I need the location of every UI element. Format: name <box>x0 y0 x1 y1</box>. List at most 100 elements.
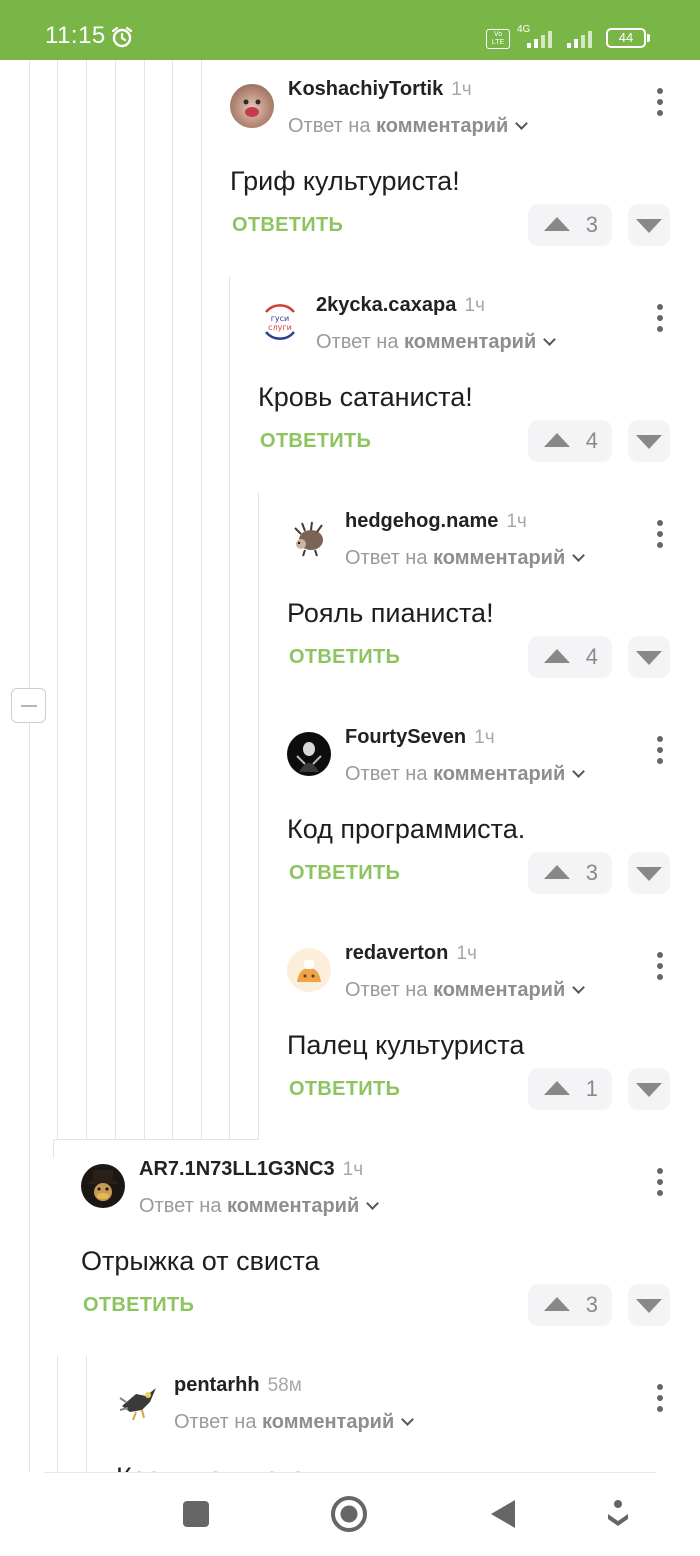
comment: pentarhh58м Ответ на комментарий Каску п… <box>116 1356 670 1472</box>
avatar[interactable] <box>230 84 274 128</box>
comment: FourtySeven 1ч Ответ на комментарий Код п… <box>287 708 670 918</box>
more-options-icon[interactable] <box>650 1384 670 1418</box>
assistant-icon[interactable] <box>598 1494 638 1534</box>
comment-time: 1ч <box>451 79 472 100</box>
chevron-down-icon <box>401 1413 415 1426</box>
comment: гуси слуги 2kycka.сахара 1ч Ответ на комм… <box>258 276 670 486</box>
author-name[interactable]: redaverton 1ч <box>345 942 477 965</box>
reply-to-link[interactable]: Ответ на комментарий <box>174 1411 415 1434</box>
comment: redaverton 1ч Ответ на комментарий Палец … <box>287 924 670 1134</box>
back-triangle-icon[interactable] <box>483 1494 523 1534</box>
signal-strength-icon <box>527 31 552 48</box>
comment-time: 1ч <box>456 943 477 964</box>
arrow-up-icon <box>544 433 570 447</box>
signal-strength-icon-2 <box>567 31 592 48</box>
avatar[interactable] <box>287 948 331 992</box>
author-name[interactable]: FourtySeven 1ч <box>345 726 495 749</box>
comment: hedgehog.name 1ч Ответ на комментарий Роя… <box>287 492 670 702</box>
arrow-up-icon <box>544 1297 570 1311</box>
vote-count: 1 <box>585 1076 598 1101</box>
battery-icon: 44 <box>606 28 646 48</box>
comment-time: 1ч <box>506 511 527 532</box>
more-options-icon[interactable] <box>650 952 670 986</box>
reply-button[interactable]: ОТВЕТИТЬ <box>83 1294 194 1317</box>
avatar[interactable] <box>287 732 331 776</box>
reply-button[interactable]: ОТВЕТИТЬ <box>289 862 400 885</box>
upvote-button[interactable]: 3 <box>528 852 612 894</box>
reply-to-link[interactable]: Ответ на комментарий <box>345 547 586 570</box>
downvote-button[interactable] <box>628 852 670 894</box>
battery-tip <box>647 34 650 42</box>
comment: AR7.1N73LL1G3NC3 1ч Ответ на комментарий … <box>81 1140 670 1350</box>
collapse-thread-button[interactable] <box>11 688 46 723</box>
comment-time: 1ч <box>464 295 485 316</box>
comment-time: 58м <box>267 1375 302 1396</box>
vote-count: 3 <box>585 1292 598 1317</box>
reply-button[interactable]: ОТВЕТИТЬ <box>289 646 400 669</box>
avatar[interactable] <box>81 1164 125 1208</box>
arrow-down-icon <box>636 1083 662 1097</box>
reply-button[interactable]: ОТВЕТИТЬ <box>289 1078 400 1101</box>
upvote-button[interactable]: 1 <box>528 1068 612 1110</box>
arrow-down-icon <box>636 651 662 665</box>
more-options-icon[interactable] <box>650 1168 670 1202</box>
comment-text: Отрыжка от свиста <box>81 1246 320 1276</box>
reply-to-link[interactable]: Ответ на комментарий <box>345 979 586 1002</box>
author-name[interactable]: 2kycka.сахара 1ч <box>316 294 485 317</box>
arrow-up-icon <box>544 217 570 231</box>
upvote-button[interactable]: 3 <box>528 204 612 246</box>
chevron-down-icon <box>572 981 586 994</box>
more-options-icon[interactable] <box>650 304 670 338</box>
arrow-down-icon <box>636 219 662 233</box>
downvote-button[interactable] <box>628 420 670 462</box>
reply-to-link[interactable]: Ответ на комментарий <box>316 331 557 354</box>
more-options-icon[interactable] <box>650 736 670 770</box>
avatar[interactable] <box>116 1380 160 1424</box>
status-bar: 11:15 Vo LTE 4G 44 <box>0 0 700 60</box>
svg-text:гуси: гуси <box>271 314 290 323</box>
arrow-up-icon <box>544 649 570 663</box>
square-icon[interactable] <box>176 1494 216 1534</box>
author-name[interactable]: hedgehog.name 1ч <box>345 510 527 533</box>
comment-text: Рояль пианиста! <box>287 598 494 628</box>
author-name[interactable]: KoshachiyTortik 1ч <box>288 78 472 101</box>
downvote-button[interactable] <box>628 636 670 678</box>
reply-to-link[interactable]: Ответ на комментарий <box>345 763 586 786</box>
upvote-button[interactable]: 3 <box>528 1284 612 1326</box>
clock: 11:15 <box>45 22 106 49</box>
arrow-up-icon <box>544 865 570 879</box>
comment-text: Код программиста. <box>287 814 526 844</box>
arrow-down-icon <box>636 435 662 449</box>
system-nav-bar <box>0 1472 700 1556</box>
comment: KoshachiyTortik 1ч Ответ на комментарий Г… <box>230 60 670 270</box>
reply-to-link[interactable]: Ответ на комментарий <box>288 115 529 138</box>
vote-count: 3 <box>585 212 598 237</box>
upvote-button[interactable]: 4 <box>528 420 612 462</box>
home-circle-icon[interactable] <box>329 1494 369 1534</box>
more-options-icon[interactable] <box>650 88 670 122</box>
author-name[interactable]: AR7.1N73LL1G3NC3 1ч <box>139 1158 363 1181</box>
avatar[interactable] <box>287 516 331 560</box>
comment-time: 1ч <box>342 1159 364 1180</box>
comment-time: 1ч <box>474 727 495 748</box>
chevron-down-icon <box>515 117 529 130</box>
reply-to-link[interactable]: Ответ на комментарий <box>139 1195 380 1218</box>
arrow-down-icon <box>636 867 662 881</box>
reply-button[interactable]: ОТВЕТИТЬ <box>232 214 343 237</box>
arrow-down-icon <box>636 1299 662 1313</box>
volte-icon: Vo LTE <box>486 29 510 49</box>
upvote-button[interactable]: 4 <box>528 636 612 678</box>
avatar[interactable]: гуси слуги <box>258 300 302 344</box>
downvote-button[interactable] <box>628 204 670 246</box>
comment-text: Каску панкиста <box>116 1462 305 1472</box>
downvote-button[interactable] <box>628 1284 670 1326</box>
reply-button[interactable]: ОТВЕТИТЬ <box>260 430 371 453</box>
author-name[interactable]: pentarhh 58м <box>174 1374 302 1397</box>
alarm-clock-icon <box>111 26 133 48</box>
svg-text:слуги: слуги <box>268 323 292 332</box>
vote-count: 4 <box>585 428 598 453</box>
comment-text: Гриф культуриста! <box>230 166 460 196</box>
downvote-button[interactable] <box>628 1068 670 1110</box>
chevron-down-icon <box>543 333 557 346</box>
more-options-icon[interactable] <box>650 520 670 554</box>
